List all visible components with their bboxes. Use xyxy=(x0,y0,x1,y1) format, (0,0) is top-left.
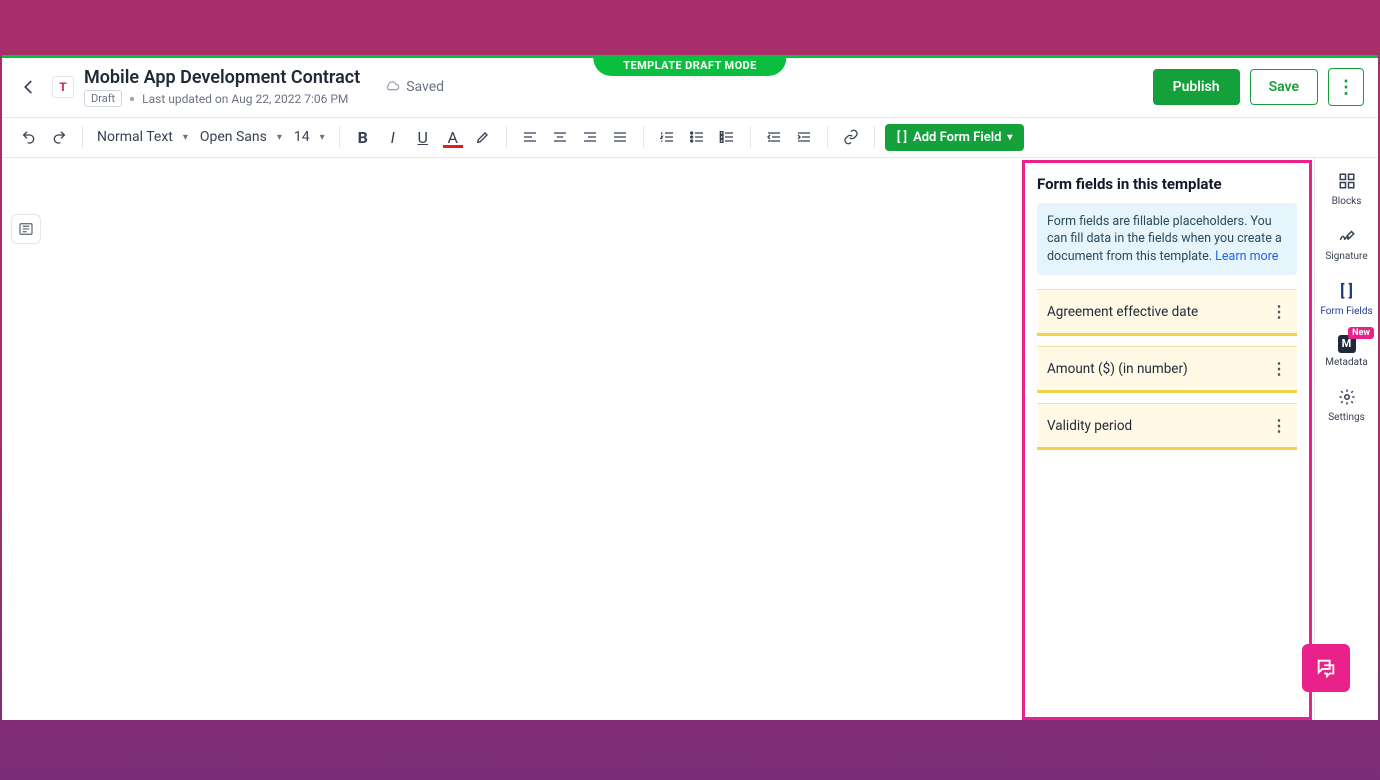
form-field-item-validity[interactable]: Validity period ⋮ xyxy=(1037,403,1297,450)
align-right-button[interactable] xyxy=(577,124,603,150)
indent-icon xyxy=(796,129,812,145)
indent-button[interactable] xyxy=(791,124,817,150)
outdent-icon xyxy=(766,129,782,145)
right-rail: Blocks Signature [ ] Form Fields New M M… xyxy=(1314,158,1378,720)
chevron-down-icon: ▾ xyxy=(183,132,188,143)
chat-icon xyxy=(1315,657,1337,679)
publish-button[interactable]: Publish xyxy=(1153,69,1240,105)
numbered-list-icon xyxy=(659,129,675,145)
font-color-button[interactable]: A xyxy=(440,124,466,150)
undo-button[interactable] xyxy=(16,124,42,150)
align-left-icon xyxy=(522,129,538,145)
gear-icon xyxy=(1338,388,1356,406)
form-field-item-label: Amount ($) (in number) xyxy=(1047,361,1188,377)
text-style-select[interactable]: Normal Text ▾ xyxy=(93,129,192,145)
rail-settings-label: Settings xyxy=(1328,412,1365,423)
outdent-button[interactable] xyxy=(761,124,787,150)
rail-blocks[interactable]: Blocks xyxy=(1315,170,1378,207)
font-size-select[interactable]: 14 ▾ xyxy=(290,129,329,145)
form-field-item-agreement-date[interactable]: Agreement effective date ⋮ xyxy=(1037,289,1297,336)
highlight-button[interactable] xyxy=(470,124,496,150)
draft-status-chip: Draft xyxy=(84,90,122,107)
add-form-field-label: Add Form Field xyxy=(913,130,1001,145)
form-field-item-label: Validity period xyxy=(1047,418,1132,434)
blocks-icon xyxy=(1338,172,1356,190)
doc-type-badge: T xyxy=(52,76,74,98)
checklist-button[interactable] xyxy=(714,124,740,150)
link-icon xyxy=(843,129,859,145)
align-center-icon xyxy=(552,129,568,145)
field-item-menu-button[interactable]: ⋮ xyxy=(1271,416,1287,435)
saved-indicator: Saved xyxy=(384,79,444,95)
italic-icon: I xyxy=(391,128,395,147)
numbered-list-button[interactable] xyxy=(654,124,680,150)
link-button[interactable] xyxy=(838,124,864,150)
rail-metadata-label: Metadata xyxy=(1325,357,1368,368)
back-button[interactable] xyxy=(16,74,42,100)
highlight-icon xyxy=(475,129,491,145)
align-justify-icon xyxy=(612,129,628,145)
rail-signature-label: Signature xyxy=(1325,251,1367,262)
save-button[interactable]: Save xyxy=(1250,69,1318,105)
font-color-icon: A xyxy=(447,128,457,147)
chevron-down-icon: ▾ xyxy=(320,132,325,143)
bold-button[interactable]: B xyxy=(350,124,376,150)
bullet-list-icon xyxy=(689,129,705,145)
bold-icon: B xyxy=(358,128,368,147)
add-form-field-button[interactable]: [ ] Add Form Field ▾ xyxy=(885,124,1025,151)
align-justify-button[interactable] xyxy=(607,124,633,150)
signature-icon xyxy=(1338,227,1356,245)
chevron-down-icon: ▾ xyxy=(277,132,282,143)
field-item-menu-button[interactable]: ⋮ xyxy=(1271,302,1287,321)
form-field-item-amount[interactable]: Amount ($) (in number) ⋮ xyxy=(1037,346,1297,393)
underline-icon: U xyxy=(418,128,428,147)
chevron-down-icon: ▾ xyxy=(1007,132,1012,143)
checklist-icon xyxy=(719,129,735,145)
outline-icon xyxy=(18,221,34,237)
cloud-icon xyxy=(384,79,400,95)
form-field-item-label: Agreement effective date xyxy=(1047,304,1198,320)
rail-settings[interactable]: Settings xyxy=(1315,386,1378,423)
editor-toolbar: Normal Text ▾ Open Sans ▾ 14 ▾ B I U A [ ] … xyxy=(2,118,1378,158)
font-family-label: Open Sans xyxy=(200,129,267,145)
field-item-menu-button[interactable]: ⋮ xyxy=(1271,359,1287,378)
saved-label: Saved xyxy=(406,79,444,95)
form-fields-panel: Form fields in this template Form fields… xyxy=(1022,160,1312,720)
document-title: Mobile App Development Contract xyxy=(84,67,360,88)
new-badge: New xyxy=(1348,327,1374,339)
separator-dot xyxy=(130,97,134,101)
redo-icon xyxy=(51,129,67,145)
redo-button[interactable] xyxy=(46,124,72,150)
chat-fab[interactable] xyxy=(1302,644,1350,692)
font-family-select[interactable]: Open Sans ▾ xyxy=(196,129,286,145)
rail-metadata[interactable]: New M Metadata xyxy=(1315,335,1378,368)
bullet-list-button[interactable] xyxy=(684,124,710,150)
text-style-label: Normal Text xyxy=(97,129,173,145)
undo-icon xyxy=(21,129,37,145)
form-fields-panel-title: Form fields in this template xyxy=(1037,175,1297,193)
template-draft-mode-tab: TEMPLATE DRAFT MODE xyxy=(593,55,786,76)
more-menu-button[interactable]: ⋮ xyxy=(1328,68,1364,106)
rail-blocks-label: Blocks xyxy=(1332,196,1362,207)
rail-signature[interactable]: Signature xyxy=(1315,225,1378,262)
align-center-button[interactable] xyxy=(547,124,573,150)
rail-form-fields[interactable]: [ ] Form Fields xyxy=(1315,280,1378,317)
align-right-icon xyxy=(582,129,598,145)
arrow-left-icon xyxy=(20,78,38,96)
brackets-icon: [ ] xyxy=(897,130,907,145)
underline-button[interactable]: U xyxy=(410,124,436,150)
last-updated-text: Last updated on Aug 22, 2022 7:06 PM xyxy=(142,92,348,106)
font-size-label: 14 xyxy=(294,129,310,145)
learn-more-link[interactable]: Learn more xyxy=(1215,249,1278,264)
form-fields-info: Form fields are fillable placeholders. Y… xyxy=(1037,203,1297,276)
italic-button[interactable]: I xyxy=(380,124,406,150)
outline-toggle-button[interactable] xyxy=(11,214,41,244)
align-left-button[interactable] xyxy=(517,124,543,150)
rail-form-fields-label: Form Fields xyxy=(1320,306,1372,317)
